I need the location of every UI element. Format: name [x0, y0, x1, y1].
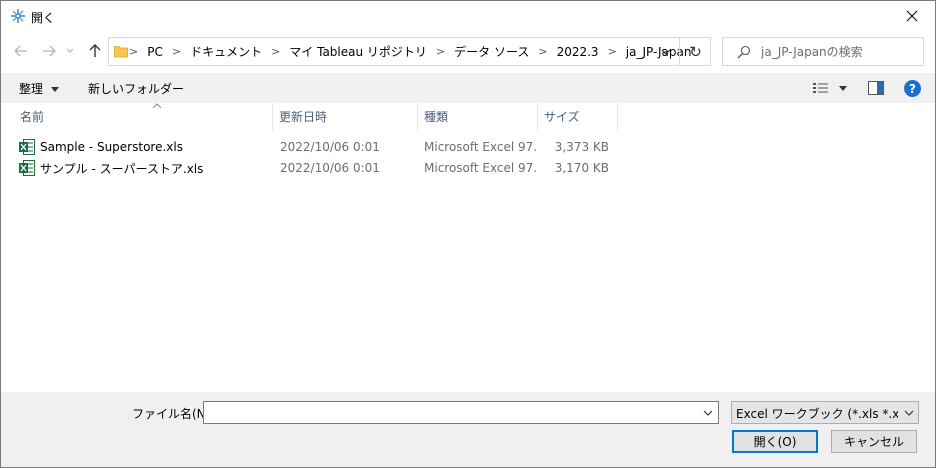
back-button[interactable] [10, 40, 32, 62]
organize-button[interactable]: 整理 [19, 80, 60, 97]
filetype-dropdown-button[interactable] [900, 402, 918, 423]
chevron-down-icon [66, 48, 74, 53]
preview-pane-icon[interactable] [868, 81, 884, 95]
file-size: 3,170 KB [554, 161, 609, 175]
file-name: Sample - Superstore.xls [40, 140, 183, 154]
refresh-icon: ↻ [689, 42, 702, 61]
folder-icon [114, 46, 128, 58]
new-folder-button[interactable]: 新しいフォルダー [88, 80, 184, 97]
help-icon[interactable]: ? [904, 80, 921, 97]
navigation-bar: > PC > ドキュメント > マイ Tableau リポジトリ > データ ソ… [1, 34, 935, 70]
breadcrumb-item-documents[interactable]: ドキュメント [190, 43, 262, 60]
file-date: 2022/10/06 0:01 [280, 140, 380, 154]
chevron-down-icon [661, 49, 671, 55]
cancel-button[interactable]: キャンセル [831, 430, 917, 453]
file-size: 3,373 KB [554, 140, 609, 154]
address-history-button[interactable] [652, 38, 680, 65]
filetype-select[interactable]: Excel ワークブック (*.xls *.xlsx *.xls [731, 401, 919, 424]
dialog-footer: ファイル名(N): Excel ワークブック (*.xls *.xlsx *.x… [1, 392, 935, 467]
breadcrumb-separator: > [271, 45, 281, 58]
file-row[interactable]: Sample - Superstore.xls 2022/10/06 0:01 … [1, 136, 621, 158]
open-file-dialog: 開く > PC > ドキュメント > マイ Tableau リポジトリ > デー… [0, 0, 936, 468]
command-toolbar: 整理 新しいフォルダー ? [1, 73, 935, 103]
search-input[interactable] [761, 43, 921, 61]
open-button[interactable]: 開く(O) [732, 430, 818, 453]
details-view-icon [813, 83, 828, 93]
breadcrumb-item-tableau-repository[interactable]: マイ Tableau リポジトリ [289, 43, 427, 60]
chevron-down-icon [703, 410, 713, 416]
breadcrumb: > PC > ドキュメント > マイ Tableau リポジトリ > データ ソ… [129, 38, 691, 65]
arrow-up-icon [89, 44, 101, 57]
column-header-type[interactable]: 種類 [418, 103, 538, 130]
caret-down-icon [839, 85, 847, 91]
filename-history-button[interactable] [698, 402, 718, 423]
arrow-left-icon [14, 45, 27, 57]
tableau-logo-icon [11, 9, 25, 23]
file-row[interactable]: サンプル - スーパーストア.xls 2022/10/06 0:01 Micro… [1, 157, 621, 179]
up-button[interactable] [84, 40, 106, 62]
close-button[interactable] [889, 1, 935, 31]
change-view-button[interactable] [813, 79, 853, 97]
chevron-down-icon [904, 410, 914, 416]
sort-ascending-icon [152, 103, 162, 109]
forward-button[interactable] [38, 40, 60, 62]
breadcrumb-item-data-sources[interactable]: データ ソース [454, 43, 529, 60]
column-header-size[interactable]: サイズ [538, 103, 618, 130]
search-icon [737, 45, 751, 59]
file-type: Microsoft Excel 97... [424, 161, 536, 175]
window-title: 開く [31, 11, 56, 25]
address-bar[interactable]: > PC > ドキュメント > マイ Tableau リポジトリ > データ ソ… [108, 37, 711, 66]
filename-input[interactable] [208, 404, 688, 421]
refresh-button[interactable]: ↻ [679, 38, 711, 65]
filename-combobox[interactable] [203, 401, 719, 424]
breadcrumb-separator: > [171, 45, 182, 58]
breadcrumb-separator: > [538, 45, 548, 58]
column-header-name[interactable]: 名前 [14, 103, 273, 130]
breadcrumb-item-pc[interactable]: PC [147, 45, 163, 59]
caret-down-icon [51, 87, 60, 92]
filetype-value: Excel ワークブック (*.xls *.xlsx *.xls [736, 407, 898, 421]
excel-file-icon [19, 139, 35, 155]
column-header-date[interactable]: 更新日時 [273, 103, 418, 130]
breadcrumb-separator: > [607, 45, 617, 58]
breadcrumb-separator: > [435, 45, 446, 58]
column-header-name-label: 名前 [20, 110, 45, 124]
close-icon [906, 10, 918, 22]
excel-file-icon [19, 160, 35, 176]
organize-label: 整理 [19, 82, 44, 96]
arrow-right-icon [43, 45, 56, 57]
file-type: Microsoft Excel 97... [424, 140, 536, 154]
title-bar: 開く [1, 1, 935, 31]
search-box[interactable] [722, 37, 924, 66]
recent-locations-button[interactable] [63, 40, 77, 62]
file-date: 2022/10/06 0:01 [280, 161, 380, 175]
file-list: 名前 更新日時 種類 サイズ Sample - Superstore.xls 2… [1, 103, 935, 392]
file-name: サンプル - スーパーストア.xls [40, 161, 204, 176]
breadcrumb-item-version[interactable]: 2022.3 [557, 45, 599, 59]
breadcrumb-separator: > [129, 45, 139, 58]
